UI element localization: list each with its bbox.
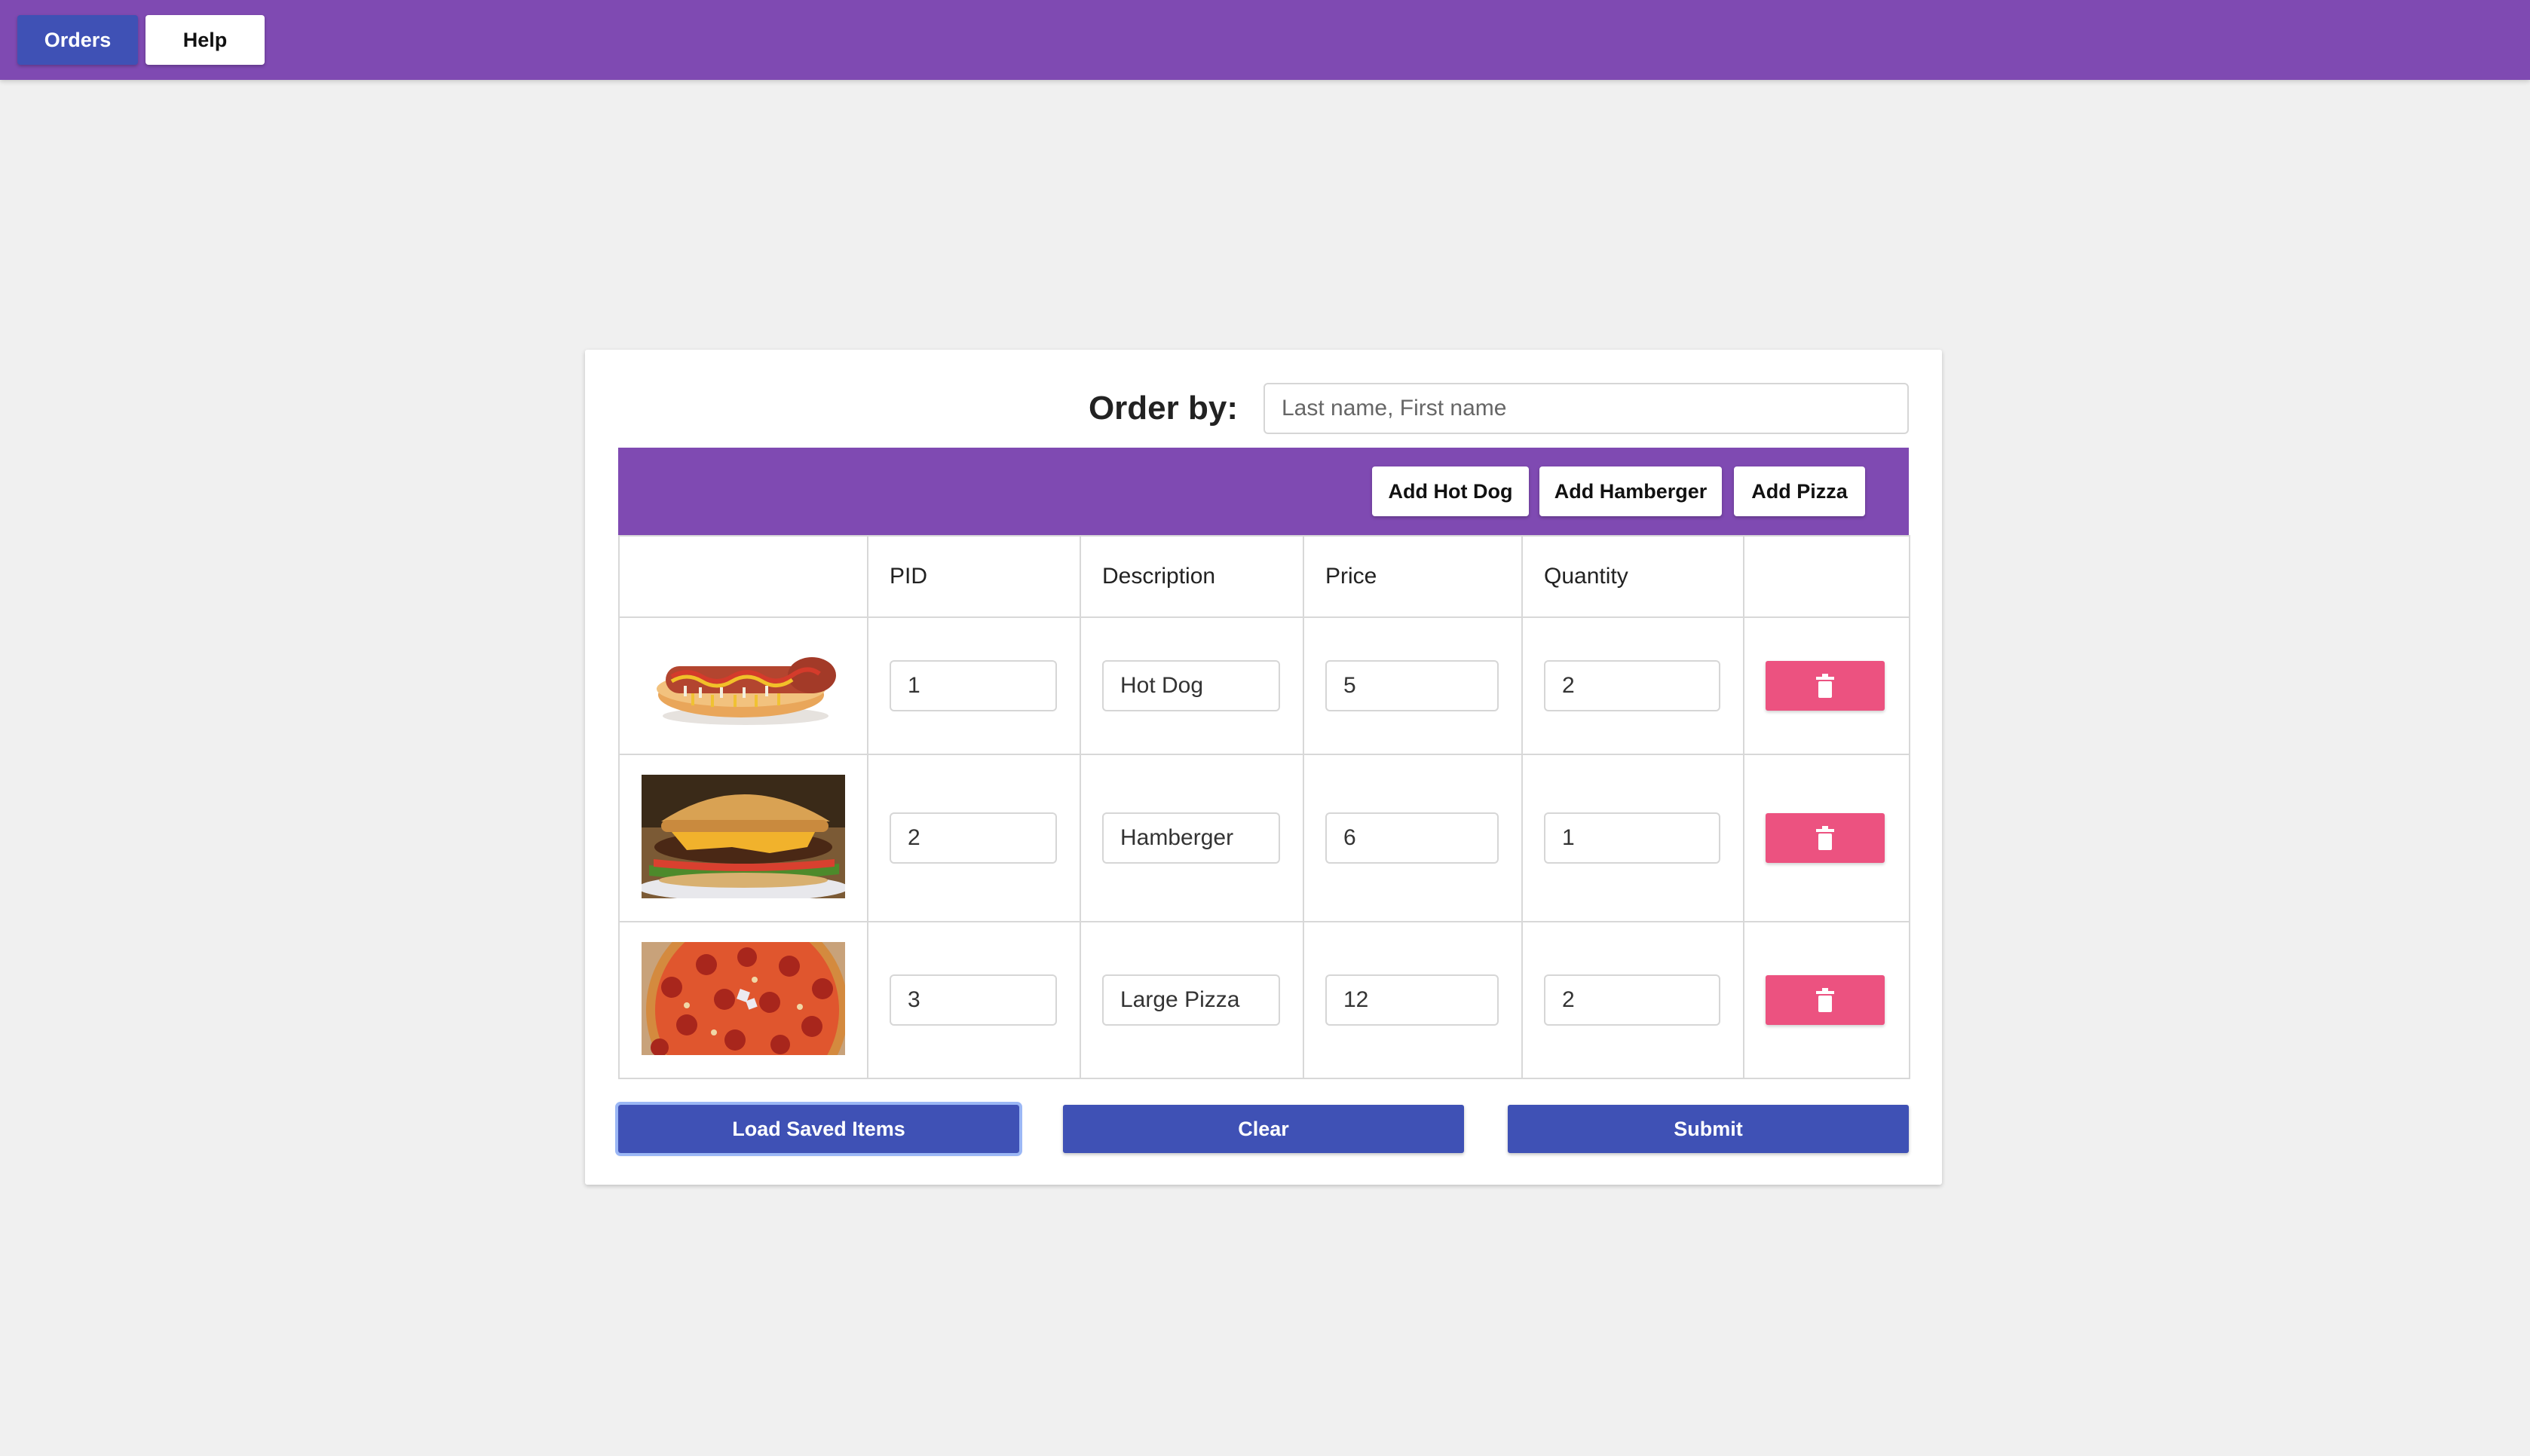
quantity-cell: [1521, 754, 1744, 922]
orders-tab-button[interactable]: Orders: [17, 15, 138, 65]
submit-button[interactable]: Submit: [1508, 1105, 1909, 1153]
table-row: [618, 616, 1910, 755]
table-row: [618, 754, 1910, 922]
order-items-table: PID Description Price Quantity: [618, 535, 1910, 1079]
price-input[interactable]: [1325, 660, 1499, 711]
add-hot-dog-button[interactable]: Add Hot Dog: [1372, 466, 1529, 516]
delete-cell: [1743, 754, 1910, 922]
pid-input[interactable]: [890, 660, 1057, 711]
description-cell: [1080, 921, 1304, 1079]
description-input[interactable]: [1102, 974, 1280, 1026]
pid-cell: [867, 921, 1081, 1079]
delete-row-button[interactable]: [1766, 975, 1885, 1025]
pid-column-header: PID: [867, 535, 1081, 618]
pizza-image: [642, 941, 845, 1055]
quantity-cell: [1521, 921, 1744, 1079]
hot-dog-image: [642, 632, 845, 737]
quantity-cell: [1521, 616, 1744, 755]
delete-row-button[interactable]: [1766, 813, 1885, 863]
price-cell: [1303, 921, 1523, 1079]
pid-cell: [867, 754, 1081, 922]
image-cell: [618, 754, 868, 922]
quantity-input[interactable]: [1544, 660, 1720, 711]
order-card: Order by: Add Hot Dog Add Hamberger Add …: [585, 350, 1942, 1185]
top-app-bar: Orders Help: [0, 0, 2530, 80]
description-column-header: Description: [1080, 535, 1304, 618]
pid-cell: [867, 616, 1081, 755]
description-cell: [1080, 754, 1304, 922]
add-hamberger-button[interactable]: Add Hamberger: [1539, 466, 1722, 516]
image-cell: [618, 921, 868, 1079]
trash-icon: [1816, 826, 1834, 850]
delete-cell: [1743, 616, 1910, 755]
image-column-header: [618, 535, 868, 618]
description-input[interactable]: [1102, 812, 1280, 864]
delete-cell: [1743, 921, 1910, 1079]
price-cell: [1303, 616, 1523, 755]
price-input[interactable]: [1325, 812, 1499, 864]
quantity-column-header: Quantity: [1521, 535, 1744, 618]
pid-input[interactable]: [890, 974, 1057, 1026]
table-toolbar: Add Hot Dog Add Hamberger Add Pizza: [618, 448, 1909, 535]
trash-icon: [1816, 988, 1834, 1012]
help-tab-button[interactable]: Help: [145, 15, 265, 65]
load-saved-items-button[interactable]: Load Saved Items: [615, 1102, 1022, 1156]
image-cell: [618, 616, 868, 755]
order-by-row: Order by:: [585, 383, 1942, 434]
add-pizza-button[interactable]: Add Pizza: [1734, 466, 1865, 516]
order-by-input[interactable]: [1263, 383, 1909, 434]
pid-input[interactable]: [890, 812, 1057, 864]
description-input[interactable]: [1102, 660, 1280, 711]
table-row: [618, 921, 1910, 1079]
price-column-header: Price: [1303, 535, 1523, 618]
description-cell: [1080, 616, 1304, 755]
delete-row-button[interactable]: [1766, 661, 1885, 711]
price-cell: [1303, 754, 1523, 922]
trash-icon: [1816, 674, 1834, 698]
quantity-input[interactable]: [1544, 974, 1720, 1026]
price-input[interactable]: [1325, 974, 1499, 1026]
quantity-input[interactable]: [1544, 812, 1720, 864]
order-by-label: Order by:: [1088, 390, 1238, 427]
table-header-row: PID Description Price Quantity: [618, 535, 1910, 618]
actions-column-header: [1743, 535, 1910, 618]
hamburger-image: [642, 774, 845, 898]
clear-button[interactable]: Clear: [1063, 1105, 1464, 1153]
